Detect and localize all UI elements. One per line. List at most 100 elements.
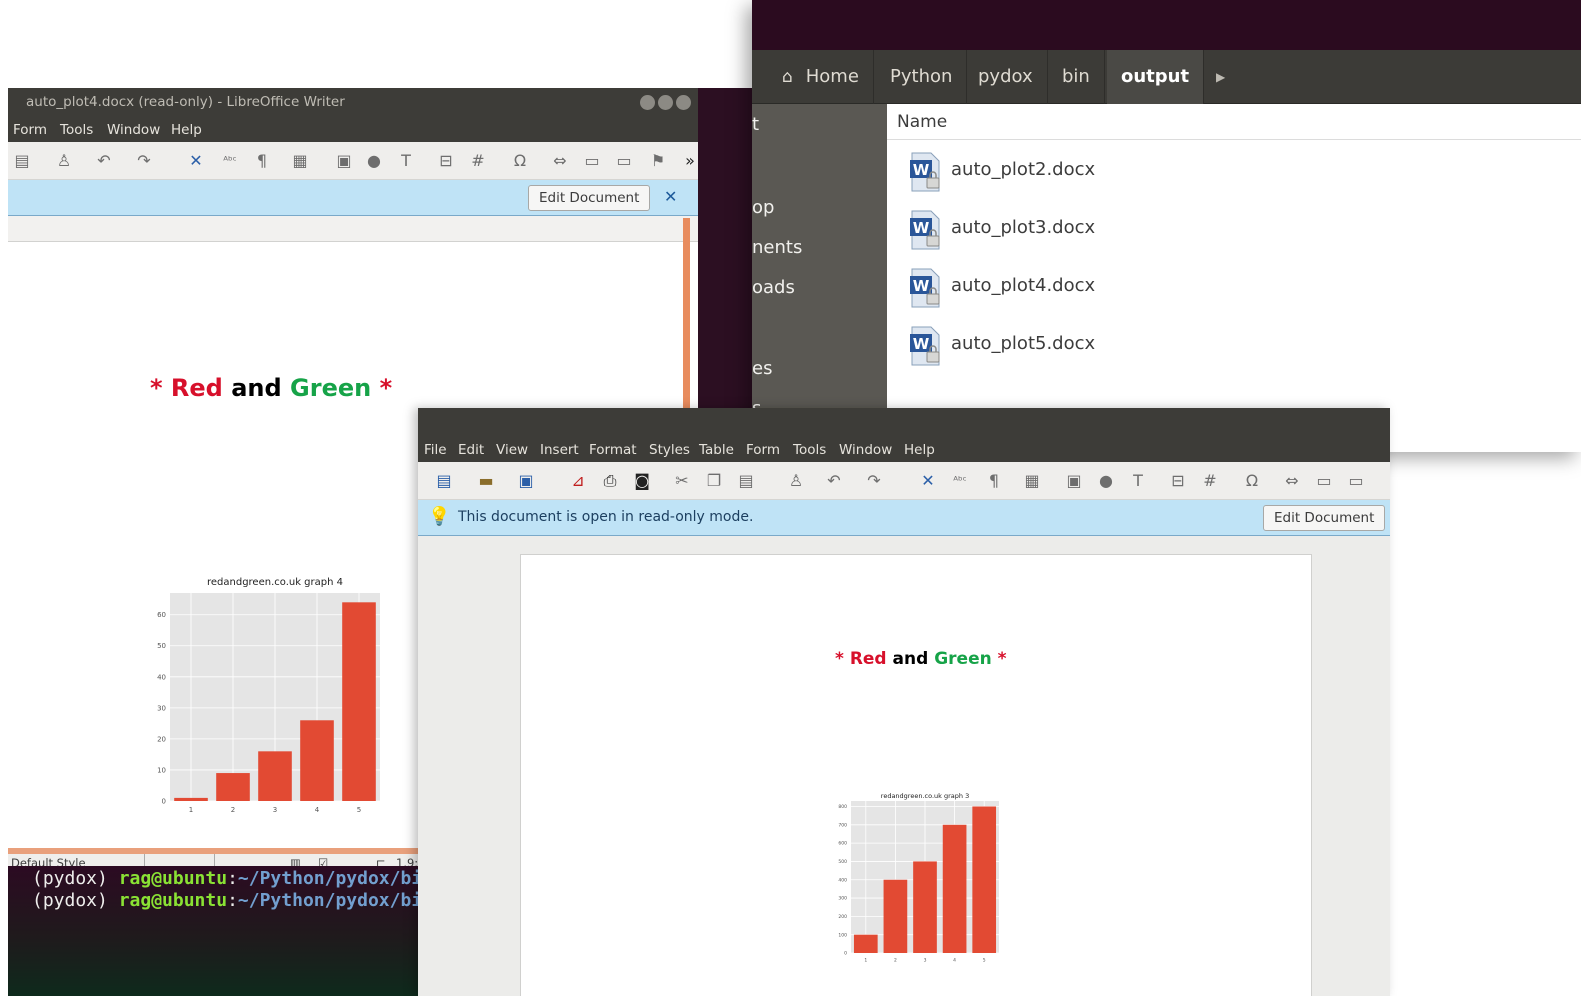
bookmark-icon[interactable]: ⚑ bbox=[648, 151, 668, 171]
sidebar-item-downloads[interactable]: oads bbox=[752, 277, 795, 298]
insert-field-icon[interactable]: # bbox=[1200, 471, 1220, 491]
menu-table[interactable]: Table bbox=[699, 442, 734, 458]
print-preview-icon[interactable]: ◙ bbox=[632, 471, 652, 491]
file-row[interactable]: Wauto_plot3.docx bbox=[909, 208, 1569, 252]
x-tick-label: 1 bbox=[189, 806, 193, 814]
menu-tools[interactable]: Tools bbox=[60, 122, 93, 138]
page-break-icon[interactable]: ⊟ bbox=[1168, 471, 1188, 491]
comment-icon[interactable]: ▭ bbox=[1346, 471, 1366, 491]
insert-chart-icon[interactable]: ● bbox=[1096, 471, 1116, 491]
menu-file[interactable]: File bbox=[424, 442, 447, 458]
horizontal-ruler[interactable] bbox=[8, 216, 698, 242]
menu-styles[interactable]: Styles bbox=[649, 442, 690, 458]
special-character-icon[interactable]: Ω bbox=[1242, 471, 1262, 491]
edit-document-button[interactable]: Edit Document bbox=[1263, 505, 1386, 531]
redo-icon[interactable]: ↷ bbox=[864, 471, 884, 491]
file-row[interactable]: Wauto_plot2.docx bbox=[909, 150, 1569, 194]
file-row[interactable]: Wauto_plot4.docx bbox=[909, 266, 1569, 310]
document-page[interactable]: * Red and Green * redandgreen.co.uk grap… bbox=[520, 554, 1312, 996]
spelling-icon[interactable]: ᴬᵇᶜ bbox=[950, 471, 970, 491]
insert-chart-icon[interactable]: ● bbox=[364, 151, 384, 171]
maximize-icon[interactable] bbox=[658, 95, 673, 110]
y-tick-label: 100 bbox=[838, 932, 847, 938]
special-character-icon[interactable]: Ω bbox=[510, 151, 530, 171]
insert-image-icon[interactable]: ▣ bbox=[334, 151, 354, 171]
cut-icon[interactable]: ✂ bbox=[672, 471, 692, 491]
breadcrumb-python[interactable]: Python bbox=[876, 50, 968, 104]
menu-tools[interactable]: Tools bbox=[793, 442, 826, 458]
open-icon[interactable]: ▬ bbox=[476, 471, 496, 491]
hyperlink-icon[interactable]: ⇔ bbox=[550, 151, 570, 171]
footnote-icon[interactable]: ▭ bbox=[582, 151, 602, 171]
page-break-icon[interactable]: ⊟ bbox=[436, 151, 456, 171]
writer-window-front: File Edit View Insert Format Styles Tabl… bbox=[418, 408, 1390, 996]
formatting-marks-icon[interactable]: ¶ bbox=[984, 471, 1004, 491]
file-manager-titlebar bbox=[752, 0, 1581, 50]
find-replace-icon[interactable]: ✕ bbox=[918, 471, 938, 491]
menu-window[interactable]: Window bbox=[839, 442, 892, 458]
export-pdf-icon[interactable]: ⊿ bbox=[568, 471, 588, 491]
insert-table-icon[interactable]: ▦ bbox=[1022, 471, 1042, 491]
menu-window[interactable]: Window bbox=[107, 122, 160, 138]
toolbar-overflow-icon[interactable]: » bbox=[680, 151, 698, 171]
y-tick-label: 30 bbox=[157, 704, 166, 712]
formatting-marks-icon[interactable]: ¶ bbox=[252, 151, 272, 171]
print-icon[interactable]: ⎙ bbox=[600, 471, 620, 491]
clone-format-icon[interactable]: ♙ bbox=[54, 151, 74, 171]
breadcrumb-output[interactable]: output bbox=[1107, 50, 1205, 104]
copy-icon[interactable]: ❐ bbox=[704, 471, 724, 491]
x-tick-label: 3 bbox=[273, 806, 277, 814]
hyperlink-icon[interactable]: ⇔ bbox=[1282, 471, 1302, 491]
y-tick-label: 300 bbox=[838, 896, 847, 902]
terminal-window[interactable]: (pydox) rag@ubuntu:~/Python/pydox/bi (py… bbox=[8, 866, 420, 996]
undo-icon[interactable]: ↶ bbox=[94, 151, 114, 171]
chevron-right-icon[interactable]: ▶ bbox=[1202, 50, 1239, 104]
clone-format-icon[interactable]: ♙ bbox=[786, 471, 806, 491]
paste-icon[interactable]: ▤ bbox=[12, 151, 32, 171]
chart-title: redandgreen.co.uk graph 3 bbox=[881, 792, 969, 800]
file-row[interactable]: Wauto_plot5.docx bbox=[909, 324, 1569, 368]
undo-icon[interactable]: ↶ bbox=[824, 471, 844, 491]
minimize-icon[interactable] bbox=[640, 95, 655, 110]
standard-toolbar: ▤ ▬ ▣ ⊿ ⎙ ◙ ✂ ❐ ▤ ♙ ↶ ↷ ✕ ᴬᵇᶜ ¶ ▦ ▣ ● T … bbox=[418, 462, 1390, 500]
breadcrumb-home[interactable]: ⌂ Home bbox=[766, 50, 874, 104]
standard-toolbar: ▤ ♙ ↶ ↷ ✕ ᴬᵇᶜ ¶ ▦ ▣ ● T ⊟ # Ω ⇔ ▭ ▭ ⚑ » bbox=[8, 142, 698, 180]
insert-image-icon[interactable]: ▣ bbox=[1064, 471, 1084, 491]
insert-textbox-icon[interactable]: T bbox=[1128, 471, 1148, 491]
close-infobar-icon[interactable]: ✕ bbox=[664, 187, 677, 206]
menu-bar: File Edit View Insert Format Styles Tabl… bbox=[418, 438, 1390, 462]
save-icon[interactable]: ▣ bbox=[516, 471, 536, 491]
y-tick-label: 0 bbox=[162, 797, 166, 805]
menu-form[interactable]: Form bbox=[746, 442, 780, 458]
new-document-icon[interactable]: ▤ bbox=[434, 471, 454, 491]
bar bbox=[258, 751, 292, 801]
breadcrumb-pydox[interactable]: pydox bbox=[964, 50, 1048, 104]
x-tick-label: 2 bbox=[231, 806, 235, 814]
menu-format[interactable]: Format bbox=[589, 442, 637, 458]
redo-icon[interactable]: ↷ bbox=[134, 151, 154, 171]
sidebar-item-recent[interactable]: t bbox=[752, 114, 759, 135]
menu-edit[interactable]: Edit bbox=[458, 442, 484, 458]
svg-text:W: W bbox=[913, 219, 930, 237]
menu-view[interactable]: View bbox=[496, 442, 528, 458]
comment-icon[interactable]: ▭ bbox=[614, 151, 634, 171]
insert-table-icon[interactable]: ▦ bbox=[290, 151, 310, 171]
menu-help[interactable]: Help bbox=[904, 442, 935, 458]
menu-help[interactable]: Help bbox=[171, 122, 202, 138]
edit-document-button[interactable]: Edit Document bbox=[528, 185, 651, 211]
sidebar-item-pictures[interactable]: es bbox=[752, 358, 772, 379]
spelling-icon[interactable]: ᴬᵇᶜ bbox=[220, 151, 240, 171]
sidebar-item-desktop[interactable]: op bbox=[752, 197, 774, 218]
breadcrumb-bin[interactable]: bin bbox=[1048, 50, 1105, 104]
insert-textbox-icon[interactable]: T bbox=[396, 151, 416, 171]
sidebar-item-documents[interactable]: nents bbox=[752, 237, 802, 258]
menu-form[interactable]: Form bbox=[13, 122, 47, 138]
file-list: Name Wauto_plot2.docx Wauto_plot3.docx Wau… bbox=[887, 104, 1581, 452]
menu-insert[interactable]: Insert bbox=[540, 442, 579, 458]
insert-field-icon[interactable]: # bbox=[468, 151, 488, 171]
paste-icon[interactable]: ▤ bbox=[736, 471, 756, 491]
find-replace-icon[interactable]: ✕ bbox=[186, 151, 206, 171]
column-header-name[interactable]: Name bbox=[887, 104, 1581, 140]
close-window-icon[interactable] bbox=[676, 95, 691, 110]
footnote-icon[interactable]: ▭ bbox=[1314, 471, 1334, 491]
